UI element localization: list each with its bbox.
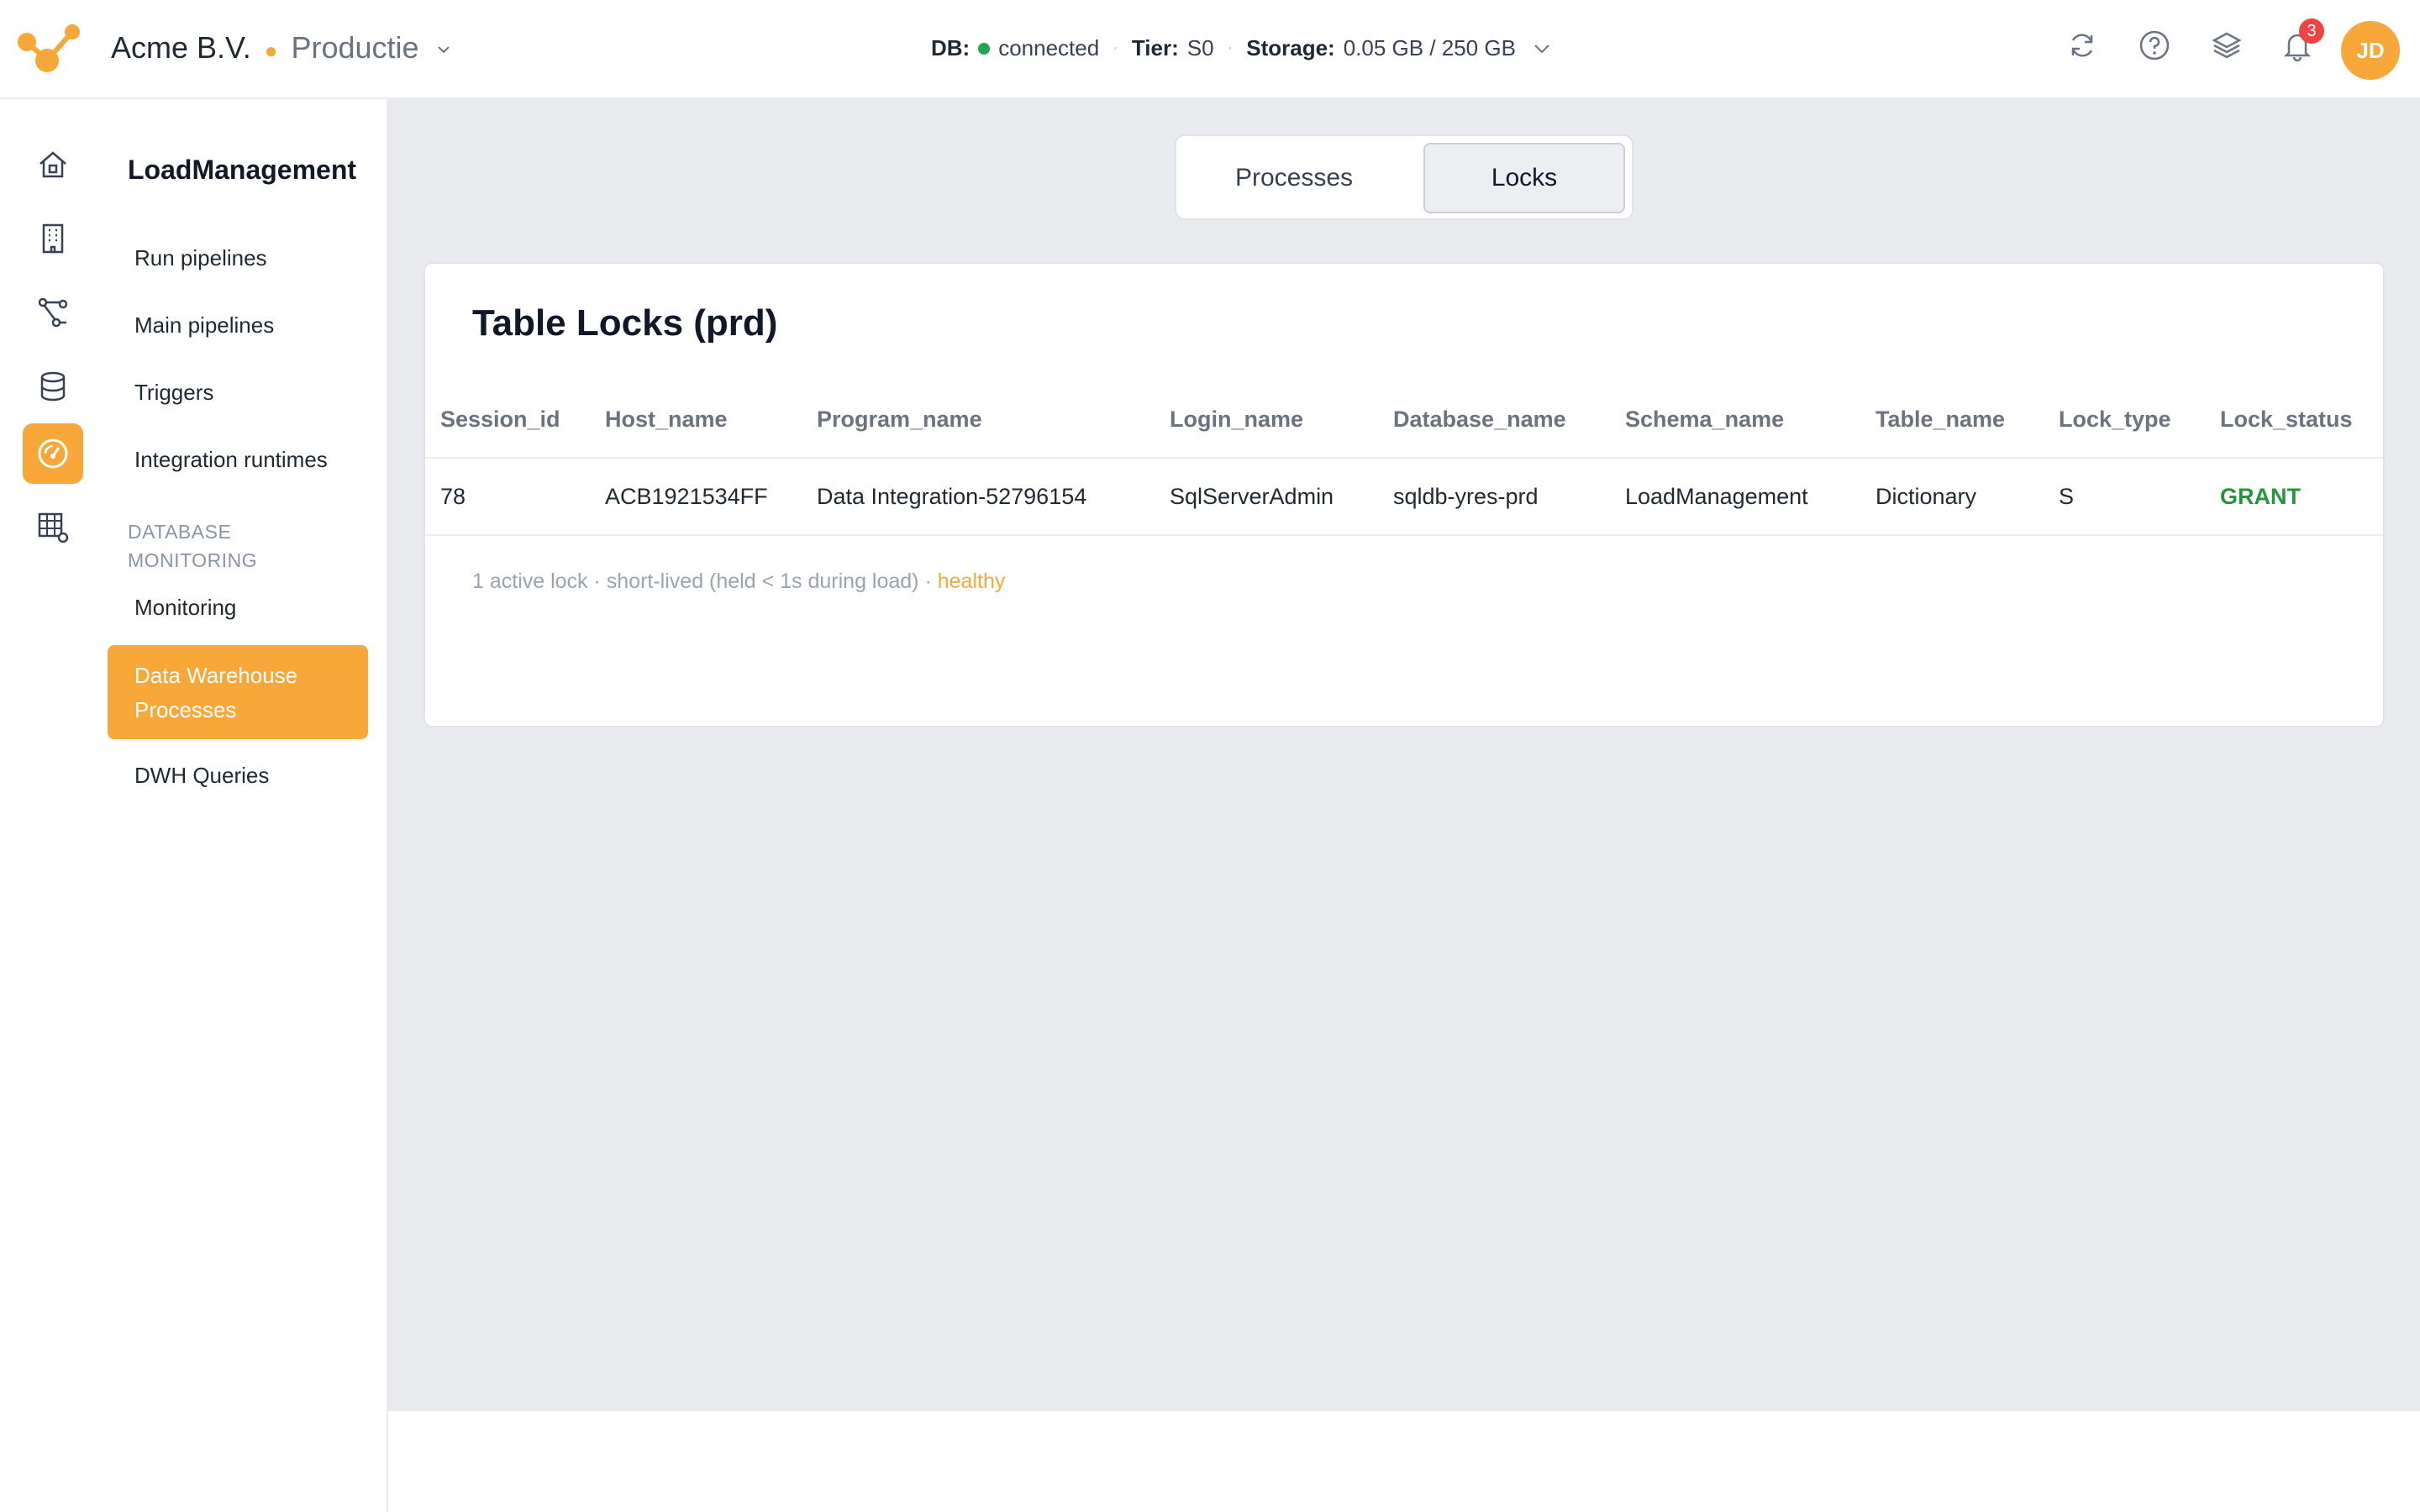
bottom-strip (388, 1411, 2420, 1512)
nav-item-run-pipelines[interactable]: Run pipelines (134, 245, 267, 271)
tab-locks[interactable]: Locks (1423, 143, 1625, 213)
header-divider (425, 457, 2383, 459)
column-header[interactable]: Program_name (817, 407, 982, 433)
cell-lock-status: GRANT (2220, 484, 2301, 509)
storage-label: Storage: (1246, 35, 1335, 60)
building-icon[interactable] (23, 208, 83, 269)
nav-title: LoadManagement (128, 155, 357, 185)
home-icon[interactable] (23, 134, 83, 195)
db-status-value: connected (998, 35, 1100, 60)
top-bar: Acme B.V. ● Productie DB: connected · Tier… (0, 0, 2420, 99)
company-logo-icon[interactable] (17, 24, 81, 74)
table-settings-icon[interactable] (23, 497, 83, 558)
row-divider (425, 534, 2383, 536)
org-switcher[interactable]: Acme B.V. ● Productie (111, 30, 451, 66)
column-header[interactable]: Database_name (1393, 407, 1566, 433)
db-label: DB: (931, 35, 971, 60)
column-header[interactable]: Session_id (440, 407, 560, 433)
column-header[interactable]: Login_name (1170, 407, 1303, 433)
column-header[interactable]: Lock_status (2220, 407, 2353, 433)
notification-badge: 3 (2299, 18, 2324, 44)
cell-schema-name: LoadManagement (1625, 484, 1808, 509)
connected-status-dot (978, 42, 991, 55)
cell-login-name: SqlServerAdmin (1170, 484, 1334, 509)
separator-dot: · (1227, 39, 1234, 57)
pipeline-icon[interactable] (23, 282, 83, 343)
database-status[interactable]: DB: connected · Tier: S0 · Storage: 0.05… (931, 35, 1551, 61)
help-icon[interactable] (2134, 25, 2175, 66)
chevron-down-icon[interactable] (1533, 43, 1551, 55)
cell-table-name: Dictionary (1876, 484, 1977, 509)
lock-summary: 1 active lock · short-lived (held < 1s d… (472, 570, 1005, 594)
side-navigation: LoadManagement Run pipelines Main pipeli… (106, 99, 388, 1512)
chevron-down-icon (437, 46, 450, 54)
nav-item-integration-runtimes[interactable]: Integration runtimes (134, 447, 328, 473)
main-content: Processes Locks Table Locks (prd) Sessio… (388, 99, 2420, 1411)
tier-value: S0 (1186, 35, 1214, 60)
user-avatar[interactable]: JD (2341, 21, 2400, 80)
refresh-icon[interactable] (2062, 25, 2102, 66)
column-header[interactable]: Table_name (1876, 407, 2005, 433)
column-header[interactable]: Schema_name (1625, 407, 1784, 433)
icon-rail (0, 99, 106, 1512)
separator-dot: ● (264, 38, 278, 63)
tab-processes[interactable]: Processes (1193, 143, 1395, 213)
lock-summary-text: 1 active lock · short-lived (held < 1s d… (472, 570, 932, 593)
environment-name: Productie (291, 30, 419, 65)
cell-host-name: ACB1921534FF (605, 484, 768, 509)
company-name: Acme B.V. (111, 30, 251, 65)
health-status: healthy (937, 570, 1006, 593)
speedometer-icon[interactable] (23, 423, 83, 484)
card-title: Table Locks (prd) (472, 302, 778, 344)
database-icon[interactable] (23, 356, 83, 417)
cell-database-name: sqldb-yres-prd (1393, 484, 1539, 509)
nav-item-data-warehouse-processes[interactable]: Data Warehouse Processes (108, 645, 368, 739)
nav-item-main-pipelines[interactable]: Main pipelines (134, 312, 274, 339)
nav-item-monitoring[interactable]: Monitoring (134, 595, 236, 621)
cell-program-name: Data Integration-52796154 (817, 484, 1087, 509)
nav-item-triggers[interactable]: Triggers (134, 380, 213, 406)
nav-section-database-monitoring: DATABASE MONITORING (128, 521, 258, 571)
locks-card: Table Locks (prd) Session_id Host_name P… (424, 262, 2385, 727)
nav-item-dwh-queries[interactable]: DWH Queries (134, 763, 269, 789)
cell-lock-type: S (2059, 484, 2075, 509)
column-header[interactable]: Host_name (605, 407, 728, 433)
separator-dot: · (1113, 39, 1118, 57)
column-header[interactable]: Lock_type (2059, 407, 2171, 433)
view-tabs: Processes Locks (1175, 134, 1634, 220)
cell-session-id: 78 (440, 484, 466, 509)
tier-label: Tier: (1131, 35, 1179, 60)
storage-value: 0.05 GB / 250 GB (1343, 35, 1516, 60)
layers-icon[interactable] (2207, 25, 2247, 66)
